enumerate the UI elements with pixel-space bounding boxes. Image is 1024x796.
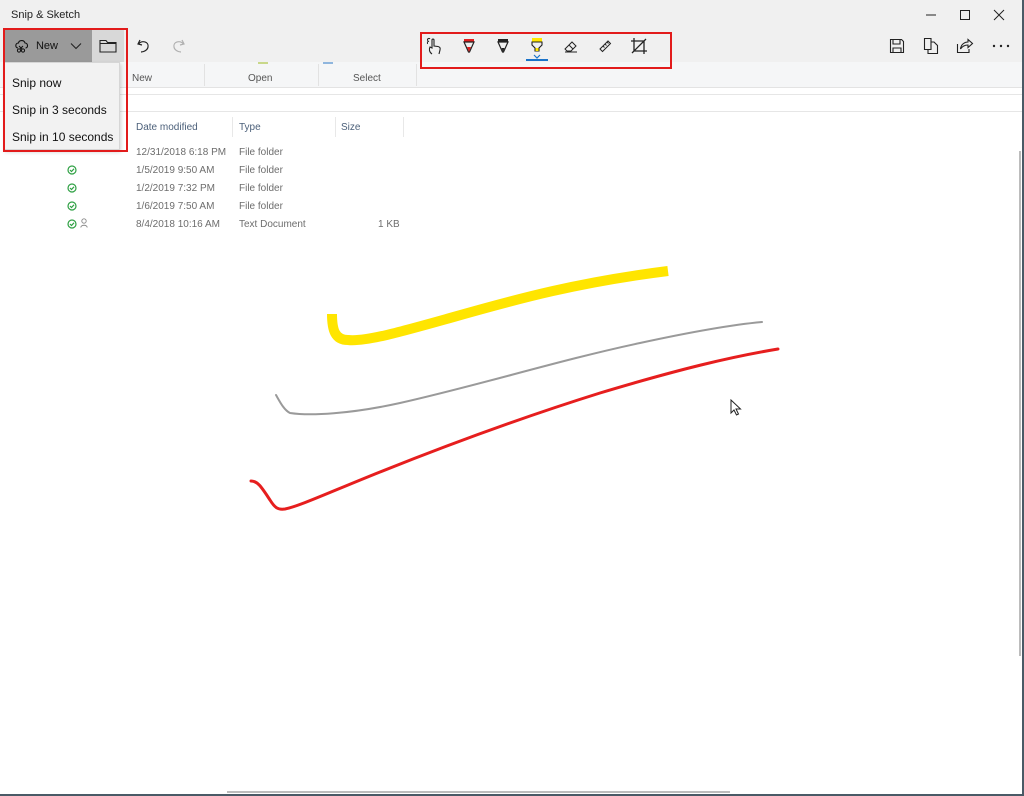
new-button-label: New [35, 40, 58, 52]
ballpoint-pen-icon [463, 39, 475, 53]
row-size: 1 KB [378, 219, 400, 230]
snip-sketch-window: Snip & Sketch New New Open Select Date m… [0, 0, 1024, 796]
pencil-button[interactable] [486, 30, 520, 62]
shared-person-icon [80, 218, 88, 228]
sync-status-icon [67, 165, 77, 175]
redo-button[interactable] [162, 30, 194, 62]
touch-writing-icon [426, 37, 441, 55]
save-button[interactable] [880, 30, 914, 62]
row-date: 1/6/2019 7:50 AM [136, 201, 215, 212]
mouse-cursor-icon [730, 399, 742, 416]
ribbon-open-icon [258, 62, 268, 64]
copy-icon [923, 37, 939, 55]
eraser-button[interactable] [554, 30, 588, 62]
file-row: 1/5/2019 9:50 AM File folder [0, 162, 420, 180]
snip-canvas[interactable]: Folder New Open Select Date modified Typ… [0, 62, 1022, 794]
toolbar: New [0, 30, 1022, 62]
menu-item-snip-now[interactable]: Snip now [5, 70, 119, 97]
row-type: File folder [239, 147, 283, 158]
column-header-size: Size [341, 122, 361, 133]
snip-icon [15, 40, 29, 53]
file-row: 8/4/2018 10:16 AM Text Document 1 KB [0, 216, 420, 234]
highlighter-icon [531, 38, 543, 52]
ribbon-separator [204, 64, 205, 86]
row-date: 1/5/2019 9:50 AM [136, 165, 215, 176]
undo-icon [137, 39, 149, 53]
ribbon-group-new: New [132, 73, 153, 84]
eraser-icon [564, 41, 577, 53]
pencil-icon [497, 39, 509, 53]
more-icon [992, 44, 1010, 48]
file-row: 1/6/2019 7:50 AM File folder [0, 198, 420, 216]
sync-status-icon [67, 201, 77, 211]
window-title: Snip & Sketch [11, 9, 81, 21]
column-separator [335, 117, 336, 137]
more-button[interactable] [984, 30, 1018, 62]
selected-tool-indicator [526, 59, 548, 61]
close-button[interactable] [982, 0, 1016, 30]
title-bar: Snip & Sketch [0, 0, 1022, 30]
ruler-button[interactable] [588, 30, 622, 62]
maximize-icon [960, 10, 970, 20]
folder-icon [99, 39, 117, 53]
row-date: 12/31/2018 6:18 PM [136, 147, 227, 158]
column-header-type: Type [239, 122, 261, 133]
new-snip-menu: Snip now Snip in 3 seconds Snip in 10 se… [4, 62, 120, 150]
copy-button[interactable] [914, 30, 948, 62]
ribbon-group-select: Select [353, 73, 381, 84]
sync-status-icon [67, 219, 77, 229]
minimize-button[interactable] [914, 0, 948, 30]
row-date: 1/2/2019 7:32 PM [136, 183, 215, 194]
horizontal-scrollbar[interactable] [227, 791, 730, 793]
share-button[interactable] [948, 30, 982, 62]
ribbon-select-icon [323, 62, 333, 64]
undo-button[interactable] [128, 30, 160, 62]
chevron-down-icon[interactable] [70, 42, 82, 50]
menu-item-snip-3-seconds[interactable]: Snip in 3 seconds [5, 97, 119, 124]
column-separator [232, 117, 233, 137]
highlighter-button[interactable] [520, 30, 554, 62]
row-date: 8/4/2018 10:16 AM [136, 219, 220, 230]
share-icon [956, 38, 974, 54]
chevron-down-icon[interactable] [533, 54, 541, 59]
row-type: File folder [239, 165, 283, 176]
menu-item-snip-10-seconds[interactable]: Snip in 10 seconds [5, 124, 119, 151]
column-separator [403, 117, 404, 137]
crop-icon [631, 38, 647, 54]
maximize-button[interactable] [948, 0, 982, 30]
ballpoint-pen-button[interactable] [452, 30, 486, 62]
vertical-scrollbar[interactable] [1019, 151, 1021, 656]
captured-address-bar [0, 94, 1022, 112]
row-type: File folder [239, 201, 283, 212]
sync-status-icon [67, 183, 77, 193]
row-type: Text Document [239, 219, 306, 230]
ribbon-separator [318, 64, 319, 86]
redo-icon [173, 39, 185, 53]
column-header-date: Date modified [136, 122, 198, 133]
new-snip-button[interactable]: New [4, 30, 92, 62]
captured-ribbon: Folder New Open Select [0, 62, 1022, 88]
ruler-icon [599, 40, 612, 53]
save-icon [889, 38, 905, 54]
ribbon-separator [416, 64, 417, 86]
file-row: 1/2/2019 7:32 PM File folder [0, 180, 420, 198]
minimize-icon [926, 14, 936, 16]
ribbon-group-open: Open [248, 73, 273, 84]
touch-writing-button[interactable] [418, 30, 452, 62]
row-type: File folder [239, 183, 283, 194]
close-icon [993, 9, 1005, 21]
open-file-button[interactable] [92, 30, 124, 62]
crop-button[interactable] [622, 30, 656, 62]
